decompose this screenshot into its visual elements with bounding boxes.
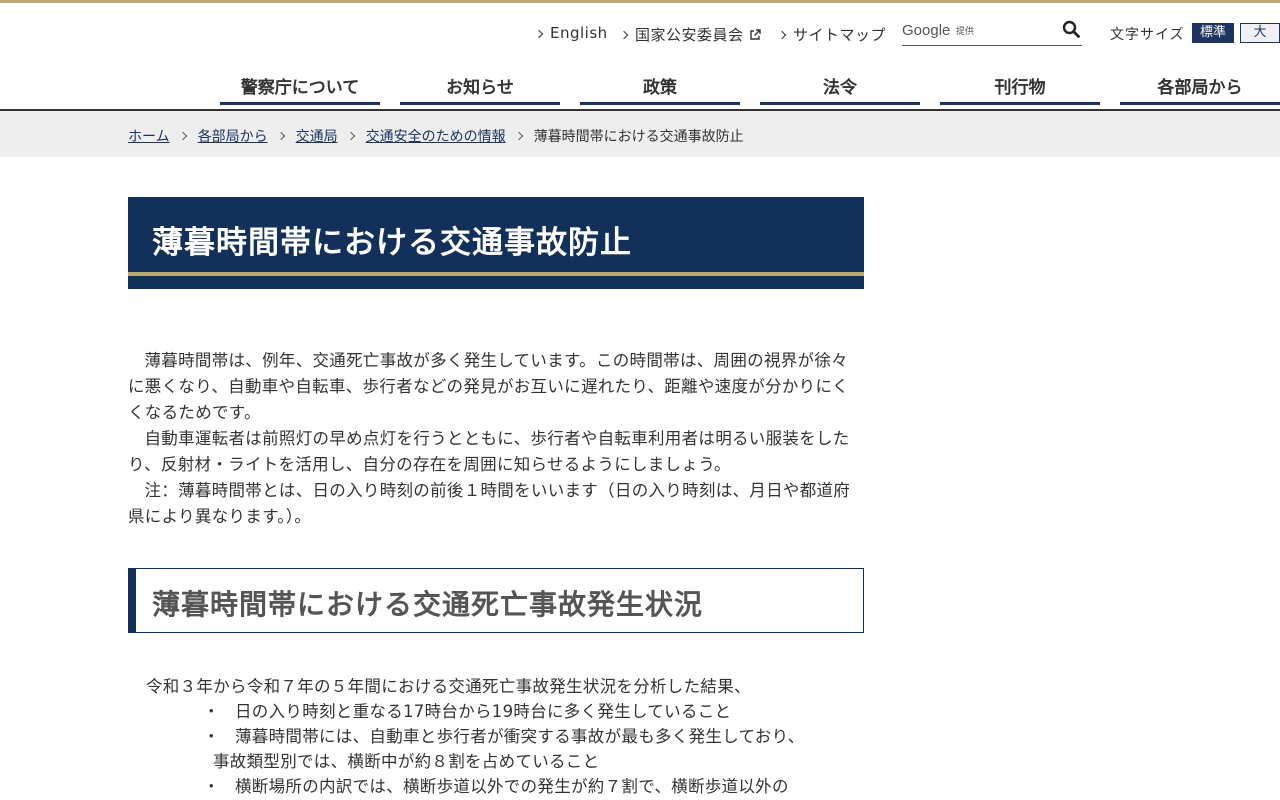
list-item-continuation: 事故類型別では、横断中が約８割を占めていること (213, 752, 600, 771)
chevron-right-icon (777, 30, 787, 40)
psc-link-label: 国家公安委員会 (635, 26, 744, 44)
page-title: 薄暮時間帯における交通事故防止 (152, 225, 632, 261)
chevron-right-icon (346, 131, 355, 141)
list-item-text: 薄暮時間帯には、自動車と歩行者が衝突する事故が最も多く発生しており、 (235, 727, 805, 746)
gnav-news[interactable]: お知らせ (400, 62, 560, 105)
section-heading: 薄暮時間帯における交通死亡事故発生状況 (152, 588, 704, 621)
english-link-label: English (550, 24, 608, 42)
english-link[interactable]: English (534, 24, 608, 42)
bullet-mark: ・ (203, 777, 220, 796)
gnav-bureaus[interactable]: 各部局から (1120, 62, 1280, 105)
title-accent-line (128, 272, 864, 276)
list-item: ・ 薄暮時間帯には、自動車と歩行者が衝突する事故が最も多く発生しており、 (128, 724, 864, 749)
top-accent-bar (0, 0, 1280, 3)
external-link-icon (749, 28, 761, 40)
psc-link[interactable]: 国家公安委員会 (619, 24, 761, 45)
analysis-intro: 令和３年から令和７年の５年間における交通死亡事故発生状況を分析した結果、 (146, 677, 751, 696)
fontsize-label: 文字サイズ (1110, 27, 1185, 43)
intro-paragraph: 薄暮時間帯は、例年、交通死亡事故が多く発生しています。この時間帯は、周囲の視界が… (128, 351, 849, 422)
intro-note: 注：薄暮時間帯とは、日の入り時刻の前後１時間をいいます（日の入り時刻は、月日や都… (128, 481, 851, 526)
intro-text: 薄暮時間帯は、例年、交通死亡事故が多く発生しています。この時間帯は、周囲の視界が… (128, 348, 864, 530)
google-provided-label: 提供 (956, 27, 975, 37)
list-item: ・ 横断場所の内訳では、横断歩道以外での発生が約７割で、横断歩道以外の (128, 774, 864, 799)
bullet-mark: ・ (203, 727, 220, 746)
section-heading-block: 薄暮時間帯における交通死亡事故発生状況 (128, 568, 864, 633)
chevron-right-icon (534, 29, 544, 38)
chevron-right-icon (276, 131, 285, 141)
breadcrumb-home[interactable]: ホーム (128, 126, 170, 146)
breadcrumb-traffic-bureau[interactable]: 交通局 (296, 126, 338, 146)
list-item-text: 横断場所の内訳では、横断歩道以外での発生が約７割で、横断歩道以外の (235, 777, 789, 796)
intro-paragraph: 自動車運転者は前照灯の早め点灯を行うとともに、歩行者や自転車利用者は明るい服装を… (128, 429, 850, 474)
sitemap-link[interactable]: サイトマップ (777, 24, 887, 45)
fontsize-large-button[interactable]: 大 (1240, 23, 1280, 43)
chevron-right-icon (178, 131, 187, 141)
breadcrumb-bureaus[interactable]: 各部局から (198, 126, 268, 146)
gnav-law[interactable]: 法令 (760, 62, 920, 105)
gnav-policy[interactable]: 政策 (580, 62, 740, 105)
breadcrumb-current: 薄暮時間帯における交通事故防止 (533, 129, 744, 145)
bullet-mark: ・ (203, 702, 220, 721)
gnav-about[interactable]: 警察庁について (220, 62, 380, 105)
chevron-right-icon (514, 131, 523, 141)
list-item-text: 日の入り時刻と重なる17時台から19時台に多く発生していること (235, 702, 732, 721)
chevron-right-icon (619, 30, 629, 40)
analysis-list: 令和３年から令和７年の５年間における交通死亡事故発生状況を分析した結果、 ・ 日… (128, 674, 864, 799)
search-icon[interactable] (1062, 20, 1080, 38)
breadcrumb-traffic-safety[interactable]: 交通安全のための情報 (366, 126, 506, 146)
google-logo: Google (902, 22, 951, 39)
sitemap-link-label: サイトマップ (793, 26, 887, 44)
breadcrumb: ホーム 各部局から 交通局 交通安全のための情報 薄暮時間帯における交通事故防止 (0, 111, 1280, 157)
page-title-block: 薄暮時間帯における交通事故防止 (128, 197, 864, 289)
fontsize-standard-button[interactable]: 標準 (1192, 23, 1234, 43)
site-search[interactable]: Google 提供 (902, 18, 1082, 46)
list-item: ・ 日の入り時刻と重なる17時台から19時台に多く発生していること (128, 699, 864, 724)
gnav-publications[interactable]: 刊行物 (940, 62, 1100, 105)
